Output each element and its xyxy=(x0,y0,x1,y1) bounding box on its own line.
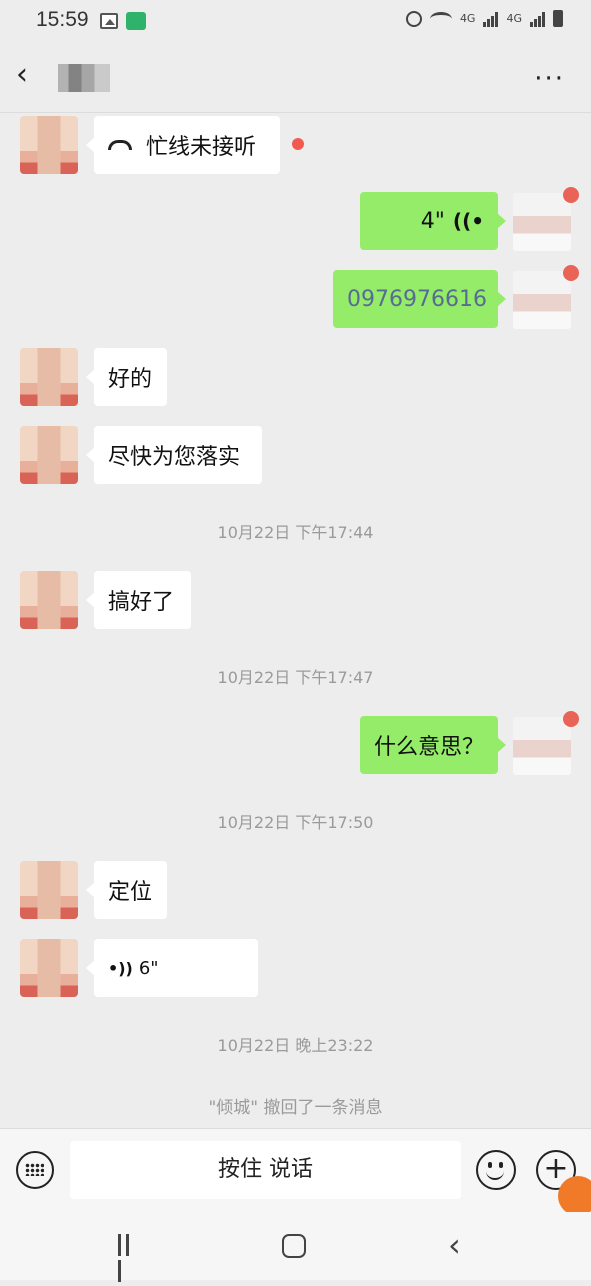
wifi-icon xyxy=(429,11,452,26)
network-type-label: 4G xyxy=(459,12,476,25)
chat-header: ‹ ··· xyxy=(0,44,591,113)
voice-wave-icon: ((• xyxy=(452,209,484,233)
my-avatar[interactable] xyxy=(512,187,579,252)
contact-avatar[interactable] xyxy=(20,426,78,484)
gallery-notification-icon xyxy=(100,13,118,29)
back-button[interactable]: ‹ xyxy=(16,60,28,90)
red-badge xyxy=(563,187,579,203)
message-text: 忙线未接听 xyxy=(146,135,257,160)
network-type-label-2: 4G xyxy=(506,12,522,25)
keyboard-toggle-icon[interactable] xyxy=(16,1151,54,1189)
voice-duration: 4" xyxy=(420,208,445,234)
voice-duration: 6" xyxy=(138,957,159,979)
contact-avatar[interactable] xyxy=(20,348,78,406)
input-bar: 按住 说话 + xyxy=(0,1128,591,1213)
text-message-bubble[interactable]: 搞好了 xyxy=(86,571,191,629)
recent-apps-icon[interactable] xyxy=(118,1234,140,1282)
status-icons: 4G 4G xyxy=(405,10,563,27)
alarm-icon xyxy=(405,10,422,27)
more-options-button[interactable]: ··· xyxy=(534,64,565,94)
voice-message-bubble[interactable]: 4" ((• xyxy=(360,192,506,250)
text-message-bubble[interactable]: 什么意思？ xyxy=(360,716,506,774)
message-text: 搞好了 xyxy=(108,590,175,615)
timestamp: 10月22日 下午17:50 xyxy=(217,813,374,832)
text-message-bubble[interactable]: 尽快为您落实 xyxy=(86,426,262,484)
message-text: 好的 xyxy=(108,367,153,392)
signal-icon xyxy=(483,11,499,27)
contact-avatar[interactable] xyxy=(20,116,78,174)
timestamp: 10月22日 下午17:47 xyxy=(217,668,374,687)
home-icon[interactable] xyxy=(282,1234,306,1258)
message-text: 定位 xyxy=(108,880,153,905)
red-badge xyxy=(563,265,579,281)
app-notification-icon xyxy=(126,12,146,30)
text-message-bubble[interactable]: 0976976616 xyxy=(333,270,506,328)
signal-icon-2 xyxy=(530,11,545,27)
unread-dot xyxy=(292,138,304,150)
battery-icon xyxy=(553,10,563,27)
contact-avatar[interactable] xyxy=(20,861,78,919)
emoji-icon[interactable] xyxy=(476,1150,516,1190)
contact-avatar[interactable] xyxy=(20,571,78,629)
voice-wave-icon: •)) xyxy=(108,958,133,978)
my-avatar[interactable] xyxy=(512,711,579,776)
contact-name-redacted xyxy=(58,64,110,92)
recall-notice: "倾城" 撤回了一条消息 xyxy=(208,1098,383,1118)
text-message-bubble[interactable]: 定位 xyxy=(86,861,167,919)
my-avatar[interactable] xyxy=(512,265,579,330)
red-badge xyxy=(563,711,579,727)
message-text: 尽快为您落实 xyxy=(108,445,241,470)
system-nav-bar: ‹ xyxy=(0,1212,591,1282)
text-message-bubble[interactable]: 好的 xyxy=(86,348,167,406)
message-text: 什么意思？ xyxy=(374,735,485,760)
status-time: 15:59 xyxy=(36,8,89,31)
system-back-icon[interactable]: ‹ xyxy=(448,1226,461,1264)
timestamp: 10月22日 晚上23:22 xyxy=(217,1036,374,1055)
missed-call-bubble[interactable]: 忙线未接听 xyxy=(86,116,280,174)
status-bar: 15:59 4G 4G xyxy=(0,0,591,44)
timestamp: 10月22日 下午17:44 xyxy=(217,523,374,542)
voice-message-bubble[interactable]: •)) 6" xyxy=(86,939,258,997)
phone-hangup-icon xyxy=(108,140,132,150)
phone-number-link[interactable]: 0976976616 xyxy=(347,287,487,312)
contact-avatar[interactable] xyxy=(20,939,78,997)
hold-to-talk-button[interactable]: 按住 说话 xyxy=(70,1141,461,1199)
floating-window-icon[interactable] xyxy=(558,1176,591,1216)
